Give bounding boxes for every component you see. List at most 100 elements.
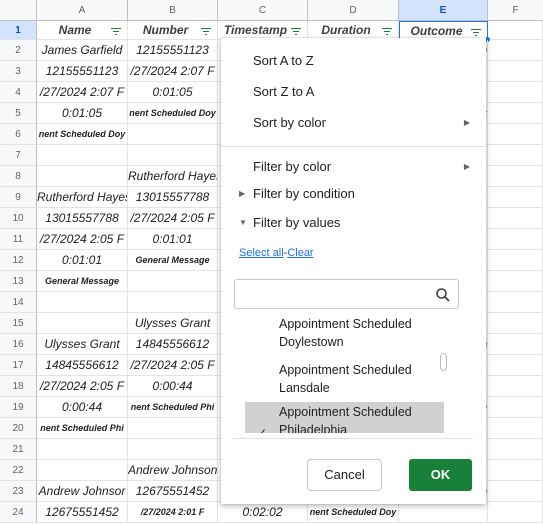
- row-header[interactable]: 9: [0, 187, 37, 208]
- row-header[interactable]: 1: [0, 21, 37, 40]
- cell-b3[interactable]: /27/2024 2:07 F: [128, 61, 218, 82]
- search-icon[interactable]: [435, 287, 451, 303]
- clear-link[interactable]: Clear: [287, 247, 313, 259]
- cell-f15[interactable]: [488, 313, 543, 334]
- cell-a15[interactable]: [37, 313, 128, 334]
- row-header[interactable]: 15: [0, 313, 37, 334]
- cell-a19[interactable]: 0:00:44: [37, 397, 128, 418]
- cell-b6[interactable]: [128, 124, 218, 145]
- cell-f23[interactable]: [488, 481, 543, 502]
- cell-b17[interactable]: /27/2024 2:05 F: [128, 355, 218, 376]
- cell-a4[interactable]: /27/2024 2:07 F: [37, 82, 128, 103]
- cell-a9[interactable]: Rutherford Hayes: [37, 187, 128, 208]
- cell-f12[interactable]: [488, 250, 543, 271]
- cell-b24[interactable]: /27/2024 2:01 F: [128, 502, 218, 523]
- row-header[interactable]: 19: [0, 397, 37, 418]
- row-header[interactable]: 2: [0, 40, 37, 61]
- row-header[interactable]: 5: [0, 103, 37, 124]
- cell-f21[interactable]: [488, 439, 543, 460]
- cell-f14[interactable]: [488, 292, 543, 313]
- cell-b18[interactable]: 0:00:44: [128, 376, 218, 397]
- cell-a24[interactable]: 12675551452: [37, 502, 128, 523]
- row-header[interactable]: 20: [0, 418, 37, 439]
- column-header-a[interactable]: A: [37, 0, 128, 21]
- select-all-link[interactable]: Select all: [239, 247, 284, 259]
- cell-f13[interactable]: [488, 271, 543, 292]
- cell-a18[interactable]: /27/2024 2:05 F: [37, 376, 128, 397]
- cell-f11[interactable]: [488, 229, 543, 250]
- filter-icon[interactable]: [382, 28, 392, 35]
- row-header[interactable]: 8: [0, 166, 37, 187]
- row-header[interactable]: 12: [0, 250, 37, 271]
- ok-button[interactable]: OK: [409, 459, 472, 491]
- select-all-corner[interactable]: [0, 0, 37, 21]
- cancel-button[interactable]: Cancel: [307, 459, 382, 491]
- cell-f5[interactable]: [488, 103, 543, 124]
- column-header-c[interactable]: C: [218, 0, 308, 21]
- cell-a2[interactable]: James Garfield: [37, 40, 128, 61]
- value-option[interactable]: Appointment Scheduled Lansdale: [245, 361, 444, 397]
- cell-a5[interactable]: 0:01:05: [37, 103, 128, 124]
- cell-b22[interactable]: Andrew Johnson: [128, 460, 218, 481]
- cell-f10[interactable]: [488, 208, 543, 229]
- row-header[interactable]: 18: [0, 376, 37, 397]
- cell-b2[interactable]: 12155551123: [128, 40, 218, 61]
- row-header[interactable]: 3: [0, 61, 37, 82]
- row-header[interactable]: 21: [0, 439, 37, 460]
- cell-a13[interactable]: General Message: [37, 271, 128, 292]
- row-header[interactable]: 13: [0, 271, 37, 292]
- value-option[interactable]: Appointment Scheduled Doylestown: [245, 315, 444, 351]
- cell-f7[interactable]: [488, 145, 543, 166]
- value-option-selected[interactable]: ✓ Appointment Scheduled Philadelphia: [245, 402, 444, 433]
- filter-by-condition-toggle[interactable]: ▶ Filter by condition: [221, 180, 486, 208]
- header-cell-number[interactable]: Number: [128, 21, 218, 40]
- cell-a10[interactable]: 13015557788: [37, 208, 128, 229]
- column-header-e[interactable]: E: [399, 0, 488, 21]
- cell-b8[interactable]: Rutherford Hayes: [128, 166, 218, 187]
- cell-f19[interactable]: [488, 397, 543, 418]
- cell-b15[interactable]: Ulysses Grant: [128, 313, 218, 334]
- cell-b7[interactable]: [128, 145, 218, 166]
- row-header[interactable]: 17: [0, 355, 37, 376]
- cell-f22[interactable]: [488, 460, 543, 481]
- filter-icon[interactable]: [111, 28, 121, 35]
- cell-a12[interactable]: 0:01:01: [37, 250, 128, 271]
- cell-f18[interactable]: [488, 376, 543, 397]
- cell-f24[interactable]: [488, 502, 543, 523]
- cell-a20[interactable]: nent Scheduled Phi: [37, 418, 128, 439]
- menu-sort-a-to-z[interactable]: Sort A to Z: [221, 46, 486, 76]
- row-header[interactable]: 7: [0, 145, 37, 166]
- cell-b4[interactable]: 0:01:05: [128, 82, 218, 103]
- cell-f2[interactable]: [488, 40, 543, 61]
- cell-b12[interactable]: General Message: [128, 250, 218, 271]
- cell-d24[interactable]: nent Scheduled Doy: [308, 502, 399, 523]
- row-header[interactable]: 16: [0, 334, 37, 355]
- cell-b10[interactable]: /27/2024 2:05 F: [128, 208, 218, 229]
- cell-c24[interactable]: 0:02:02: [218, 502, 308, 523]
- filter-icon[interactable]: [291, 28, 301, 35]
- menu-filter-by-color[interactable]: Filter by color ▶: [221, 152, 486, 182]
- cell-a17[interactable]: 14845556612: [37, 355, 128, 376]
- cell-f3[interactable]: [488, 61, 543, 82]
- row-header[interactable]: 6: [0, 124, 37, 145]
- cell-f20[interactable]: [488, 418, 543, 439]
- cell-b13[interactable]: [128, 271, 218, 292]
- cell-b11[interactable]: 0:01:01: [128, 229, 218, 250]
- cell-f9[interactable]: [488, 187, 543, 208]
- column-header-f[interactable]: F: [488, 0, 543, 21]
- values-scrollbar[interactable]: [440, 353, 447, 371]
- header-cell-name[interactable]: Name: [37, 21, 128, 40]
- cell-b9[interactable]: 13015557788: [128, 187, 218, 208]
- cell-a3[interactable]: 12155551123: [37, 61, 128, 82]
- row-header[interactable]: 22: [0, 460, 37, 481]
- cell-a21[interactable]: [37, 439, 128, 460]
- cell-f4[interactable]: [488, 82, 543, 103]
- cell-b20[interactable]: [128, 418, 218, 439]
- row-header[interactable]: 10: [0, 208, 37, 229]
- cell-b19[interactable]: nent Scheduled Phi: [128, 397, 218, 418]
- row-header[interactable]: 14: [0, 292, 37, 313]
- filter-by-values-toggle[interactable]: ▼ Filter by values: [221, 209, 486, 237]
- cell-f1[interactable]: [488, 21, 543, 40]
- cell-a7[interactable]: [37, 145, 128, 166]
- cell-f16[interactable]: [488, 334, 543, 355]
